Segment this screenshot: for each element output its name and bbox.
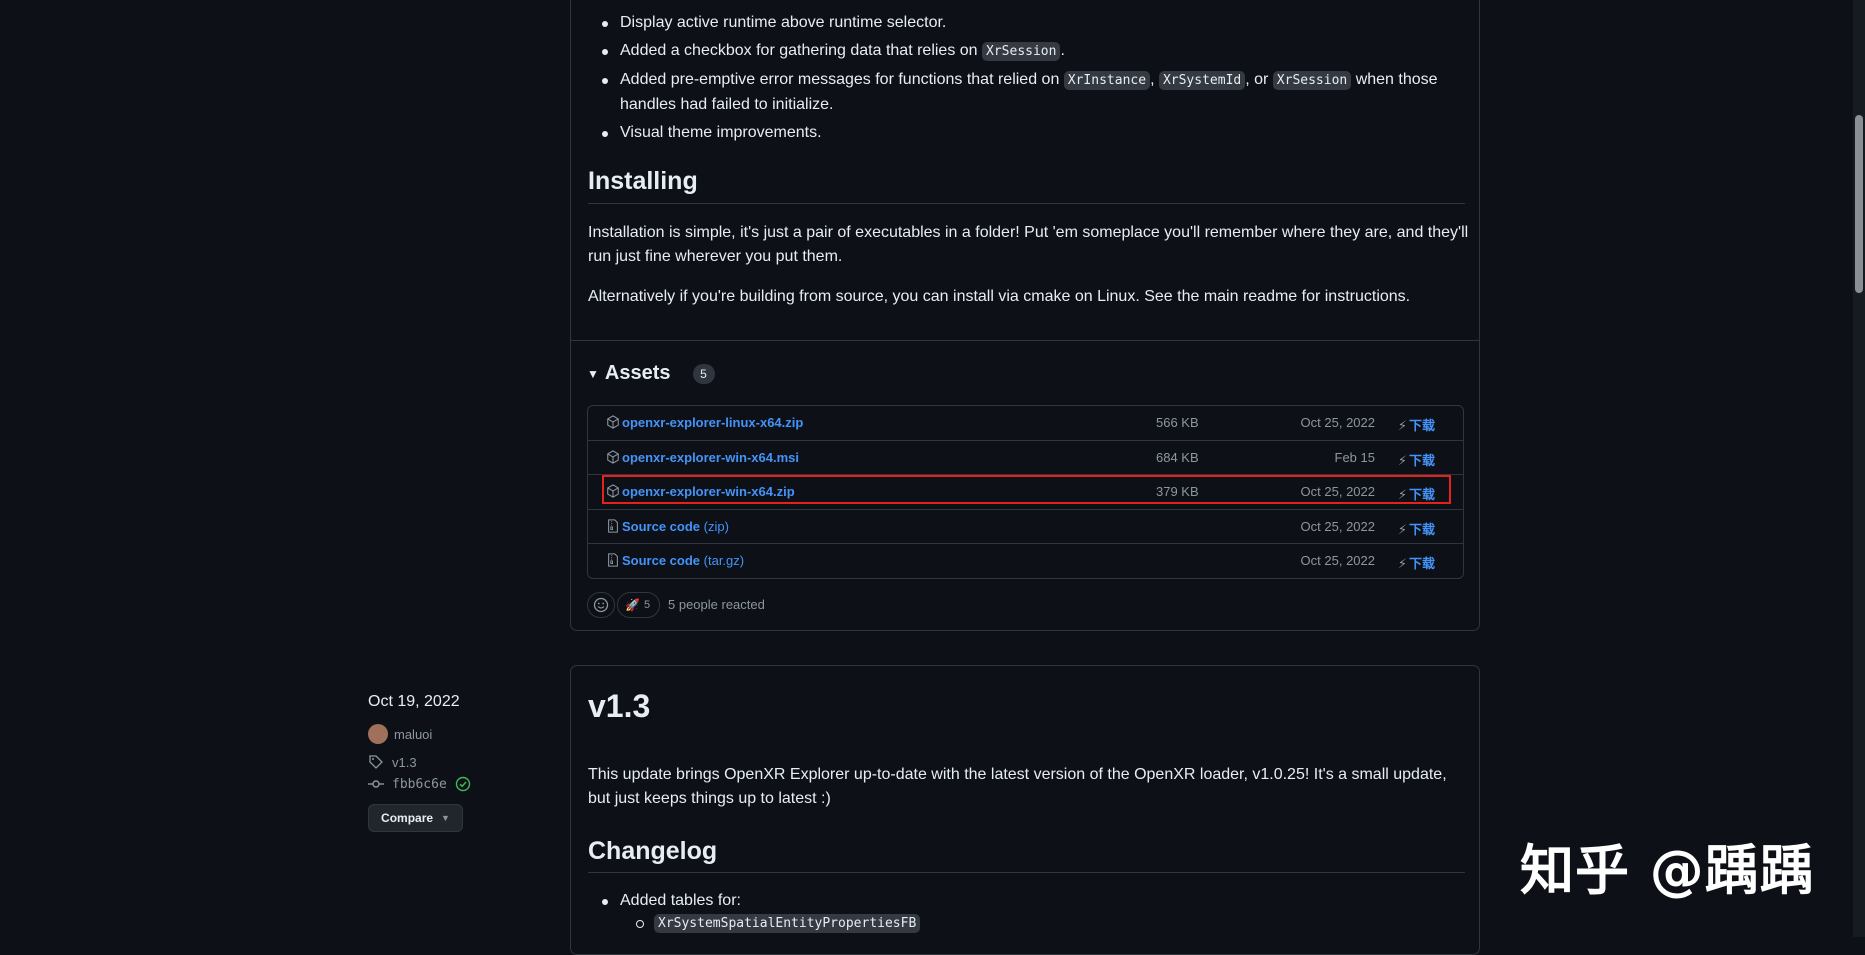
compare-button[interactable]: Compare ▼ [368, 804, 463, 832]
list-item: Visual theme improvements. [588, 121, 1468, 145]
asset-row: Source code (tar.gz) Oct 25, 2022 ⚡ 下载 [588, 543, 1463, 578]
asset-link[interactable]: openxr-explorer-win-x64.msi [622, 450, 799, 465]
asset-date: Oct 25, 2022 [1300, 553, 1375, 569]
release-intro: This update brings OpenXR Explorer up-to… [588, 766, 1447, 807]
add-reaction-button[interactable] [587, 592, 615, 618]
list-item: Added tables for: [588, 889, 1468, 913]
commit-link[interactable]: fbb6c6e [368, 776, 471, 792]
assets-count-badge: 5 [692, 363, 715, 384]
section-heading-installing: Installing [588, 167, 698, 195]
asset-size: 684 KB [1156, 449, 1199, 465]
download-link[interactable]: ⚡ 下载 [1398, 415, 1435, 434]
download-link[interactable]: ⚡ 下载 [1398, 553, 1435, 572]
release-date: Oct 19, 2022 [368, 693, 460, 710]
rocket-reaction-button[interactable]: 🚀 5 [617, 592, 660, 618]
bolt-icon: ⚡ [1397, 452, 1407, 468]
asset-link[interactable]: Source code (tar.gz) [622, 553, 744, 568]
download-link[interactable]: ⚡ 下载 [1398, 519, 1435, 538]
reaction-count: 5 [644, 599, 651, 611]
scrollbar-thumb[interactable] [1855, 115, 1863, 293]
avatar [368, 724, 388, 744]
inline-code: XrSession [982, 42, 1061, 61]
inline-code: XrSystemSpatialEntityPropertiesFB [654, 914, 921, 933]
sub-list-item: XrSystemSpatialEntityPropertiesFB [636, 914, 921, 933]
package-icon [606, 415, 620, 429]
tag-icon [369, 755, 383, 769]
assets-label: Assets [604, 362, 671, 384]
watermark: 知乎 @踽踽 [1520, 839, 1815, 902]
release-notes-list: Display active runtime above runtime sel… [588, 11, 1468, 145]
section-heading-changelog: Changelog [588, 837, 718, 865]
file-zip-icon [606, 553, 620, 568]
tag-link[interactable]: v1.3 [368, 754, 417, 770]
asset-date: Oct 25, 2022 [1300, 518, 1375, 534]
asset-link[interactable]: Source code (zip) [622, 519, 729, 534]
asset-row: openxr-explorer-linux-x64.zip 566 KB Oct 2… [588, 406, 1463, 440]
card-divider [570, 340, 1480, 341]
asset-row: Source code (zip) Oct 25, 2022 ⚡ 下载 [588, 508, 1463, 544]
installing-paragraph-2: Alternatively if you're building from so… [588, 288, 1411, 305]
smiley-icon [593, 597, 609, 613]
inline-code: XrInstance [1063, 71, 1151, 90]
asset-date: Oct 25, 2022 [1300, 415, 1375, 430]
bolt-icon: ⚡ [1397, 418, 1407, 433]
list-item: Added pre-emptive error messages for fun… [588, 68, 1468, 117]
triangle-down-icon: ▼ [587, 366, 599, 381]
asset-row: openxr-explorer-win-x64.msi 684 KB Feb 15 ⚡… [588, 439, 1463, 475]
heading-rule [588, 872, 1465, 873]
package-icon [606, 449, 620, 464]
installing-paragraph: Installation is simple, it's just a pair… [588, 224, 1469, 265]
bolt-icon: ⚡ [1397, 521, 1407, 537]
changelog-list: Added tables for: [588, 889, 1468, 913]
author-link[interactable]: maluoi [368, 724, 432, 744]
file-zip-icon [606, 519, 620, 533]
chevron-down-icon: ▼ [441, 813, 450, 823]
commit-icon [368, 780, 384, 788]
download-link[interactable]: ⚡ 下载 [1398, 450, 1435, 469]
inline-code: XrSession [1272, 71, 1352, 90]
list-item: Added a checkbox for gathering data that… [588, 39, 1468, 64]
list-item: Display active runtime above runtime sel… [588, 11, 1468, 35]
rocket-icon: 🚀 [625, 598, 640, 612]
release-title[interactable]: v1.3 [588, 688, 650, 725]
asset-size: 566 KB [1156, 415, 1199, 430]
inline-code: XrSystemId [1158, 71, 1246, 90]
highlight-box [602, 475, 1451, 504]
verified-check-icon [455, 776, 470, 792]
reaction-summary: 5 people reacted [668, 597, 765, 612]
asset-link[interactable]: openxr-explorer-linux-x64.zip [622, 415, 803, 430]
assets-toggle[interactable]: ▼ Assets 5 [587, 362, 715, 385]
hollow-bullet [636, 919, 644, 928]
heading-rule [588, 203, 1465, 204]
bolt-icon: ⚡ [1397, 556, 1407, 572]
asset-date: Feb 15 [1334, 449, 1375, 465]
